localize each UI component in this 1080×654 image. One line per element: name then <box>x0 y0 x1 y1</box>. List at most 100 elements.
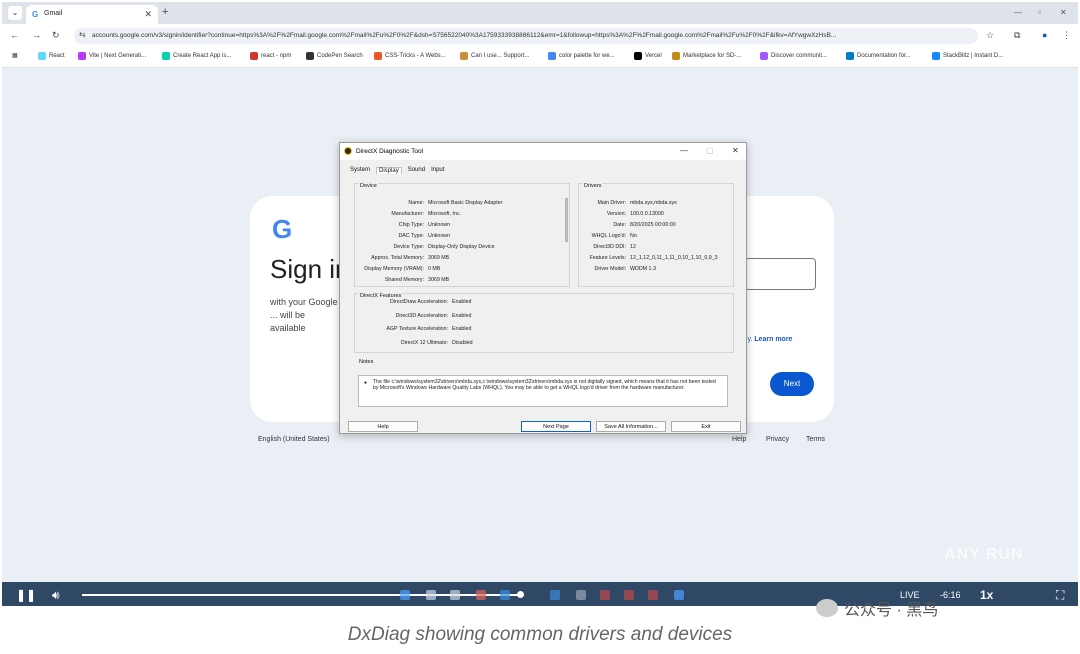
bookmark-favicon-icon <box>250 52 258 60</box>
device-property-row: Shared Memory: 3069 MB <box>384 277 450 283</box>
bookmark-item[interactable]: Create React App is... <box>162 52 231 60</box>
feature-property-row: AGP Texture Acceleration: Enabled <box>386 326 472 332</box>
app-icon <box>576 590 586 600</box>
bookmark-item[interactable]: Vite | Next Generati... <box>78 52 146 60</box>
bookmark-favicon-icon <box>932 52 940 60</box>
device-property-row: Manufacturer: Microsoft, Inc. <box>391 211 461 217</box>
video-frame: ⌄ G Gmail ✕ + — ▫ ✕ ← → ↻ ⇆ accounts.goo… <box>2 2 1078 606</box>
feature-property-row: DirectDraw Acceleration: Enabled <box>390 299 472 305</box>
device-group-title: Device <box>359 183 378 189</box>
device-property-row: Device Type: Display-Only Display Device <box>393 244 495 250</box>
bookmark-item[interactable]: CodePen Search <box>306 52 363 60</box>
reload-icon[interactable]: ↻ <box>52 30 60 41</box>
app-icon <box>600 590 610 600</box>
device-property-row: Chip Type: Unknown <box>398 222 451 228</box>
drivers-group-title: Drivers <box>583 183 603 189</box>
bullet-icon: ● <box>364 380 368 386</box>
profile-icon[interactable]: ● <box>1042 30 1047 40</box>
browser-tab-bar: ⌄ G Gmail ✕ + — ▫ ✕ <box>2 2 1078 24</box>
minimize-icon[interactable]: — <box>680 146 688 155</box>
bookmarks-bar: ▦ React Vite | Next Generati... Create Rea… <box>2 48 1078 68</box>
new-tab-icon[interactable]: + <box>162 6 168 18</box>
bookmark-item[interactable]: Vercel <box>634 52 662 60</box>
notes-group-title: Notes <box>358 359 375 365</box>
terms-link[interactable]: Terms <box>806 436 825 443</box>
bookmark-item[interactable]: CSS-Tricks - A Webs... <box>374 52 446 60</box>
bookmark-favicon-icon <box>672 52 680 60</box>
google-favicon-icon: G <box>32 10 39 19</box>
language-select[interactable]: English (United States) <box>258 436 330 443</box>
search-icon <box>426 590 436 600</box>
dxdiag-tabs: System Display Sound Input <box>350 167 444 174</box>
save-all-button[interactable]: Save All Information... <box>596 421 666 432</box>
close-icon[interactable]: ✕ <box>144 9 152 20</box>
help-button[interactable]: Help <box>348 421 418 432</box>
fullscreen-icon[interactable]: ⛶ <box>1056 588 1064 603</box>
device-property-row: Display Memory (VRAM): 0 MB <box>364 266 441 272</box>
bookmark-item[interactable]: Marketplace for SD-... <box>672 52 741 60</box>
pause-icon[interactable]: ❚❚ <box>16 588 36 602</box>
volume-icon[interactable]: 🔊︎ <box>52 588 60 603</box>
bookmark-favicon-icon <box>38 52 46 60</box>
learn-more-text: ely. Learn more <box>742 336 793 343</box>
device-property-row: Name: Microsoft Basic Display Adapter <box>408 200 503 206</box>
more-menu-icon[interactable]: ⋮ <box>1062 30 1071 41</box>
speed-button[interactable]: 1x <box>980 588 993 602</box>
back-icon[interactable]: ← <box>10 30 19 40</box>
driver-property-row: Version: 100.0.0.13000 <box>606 211 664 217</box>
maximize-icon[interactable]: ▫ <box>1038 8 1041 17</box>
taskview-icon <box>450 590 460 600</box>
tab-title: Gmail <box>44 10 63 17</box>
app-icon <box>674 590 684 600</box>
tab-input[interactable]: Input <box>431 167 444 174</box>
url-input[interactable]: ⇆ accounts.google.com/v3/signin/identifi… <box>74 28 978 44</box>
progress-thumb[interactable] <box>516 591 524 598</box>
exit-button[interactable]: Exit <box>671 421 741 432</box>
dxdiag-window: DirectX Diagnostic Tool — ▢ ✕ System Dis… <box>339 142 747 434</box>
notes-text: ● The file c:\windows\system32\drivers\m… <box>358 375 728 407</box>
anyrun-watermark: ANY RUN <box>944 546 1024 563</box>
bookmark-item[interactable]: react - npm <box>250 52 291 60</box>
edge-icon <box>500 590 510 600</box>
extensions-icon[interactable]: ⧉ <box>1014 30 1020 41</box>
privacy-link[interactable]: Privacy <box>766 436 789 443</box>
time-label: -6:16 <box>940 590 961 600</box>
forward-icon[interactable]: → <box>32 30 41 40</box>
google-signin-page: G Sign in with your Google ... will be a… <box>2 68 1078 582</box>
bookmark-favicon-icon <box>306 52 314 60</box>
browser-tab[interactable]: G Gmail ✕ <box>26 5 158 24</box>
bookmark-item[interactable]: StackBlitz | Instant D... <box>932 52 1003 60</box>
bookmark-item[interactable]: React <box>38 52 65 60</box>
bookmark-favicon-icon <box>78 52 86 60</box>
driver-property-row: Date: 8/20/2025 00:00:00 <box>613 222 676 228</box>
bookmark-item[interactable]: Documentation for... <box>846 52 911 60</box>
bookmark-item[interactable]: Can I use... Support... <box>460 52 529 60</box>
next-button[interactable]: Next <box>770 372 814 396</box>
bookmark-favicon-icon <box>548 52 556 60</box>
help-link[interactable]: Help <box>732 436 746 443</box>
driver-property-row: Feature Levels: 12_1,12_0,11_1,11_0,10_1,… <box>589 255 718 261</box>
feature-property-row: Direct3D Acceleration: Enabled <box>395 312 472 319</box>
tab-display[interactable]: Display <box>376 167 402 174</box>
device-property-row: DAC Type: Unknown <box>398 233 451 239</box>
apps-grid-icon[interactable]: ▦ <box>12 52 18 59</box>
tab-search-icon[interactable]: ⌄ <box>8 6 22 20</box>
bookmark-item[interactable]: color palette for we... <box>548 52 615 60</box>
bookmark-star-icon[interactable]: ☆ <box>986 30 994 41</box>
start-icon <box>400 590 410 600</box>
app-icon <box>624 590 634 600</box>
device-scrollbar[interactable] <box>565 198 568 242</box>
close-icon[interactable]: ✕ <box>732 146 739 155</box>
site-info-icon[interactable]: ⇆ <box>79 30 86 39</box>
tab-system[interactable]: System <box>350 167 370 174</box>
next-page-button[interactable]: Next Page <box>521 421 591 432</box>
close-window-icon[interactable]: ✕ <box>1060 8 1067 17</box>
app-icon <box>476 590 486 600</box>
minimize-icon[interactable]: — <box>1014 8 1022 17</box>
tab-sound[interactable]: Sound <box>408 167 425 174</box>
chrome-icon <box>550 590 560 600</box>
signin-subtitle: with your Google ... will be available <box>270 297 338 333</box>
learn-more-link[interactable]: Learn more <box>754 336 792 343</box>
bookmark-item[interactable]: Discover communit... <box>760 52 827 60</box>
device-property-row: Approx. Total Memory: 3069 MB <box>371 255 450 261</box>
